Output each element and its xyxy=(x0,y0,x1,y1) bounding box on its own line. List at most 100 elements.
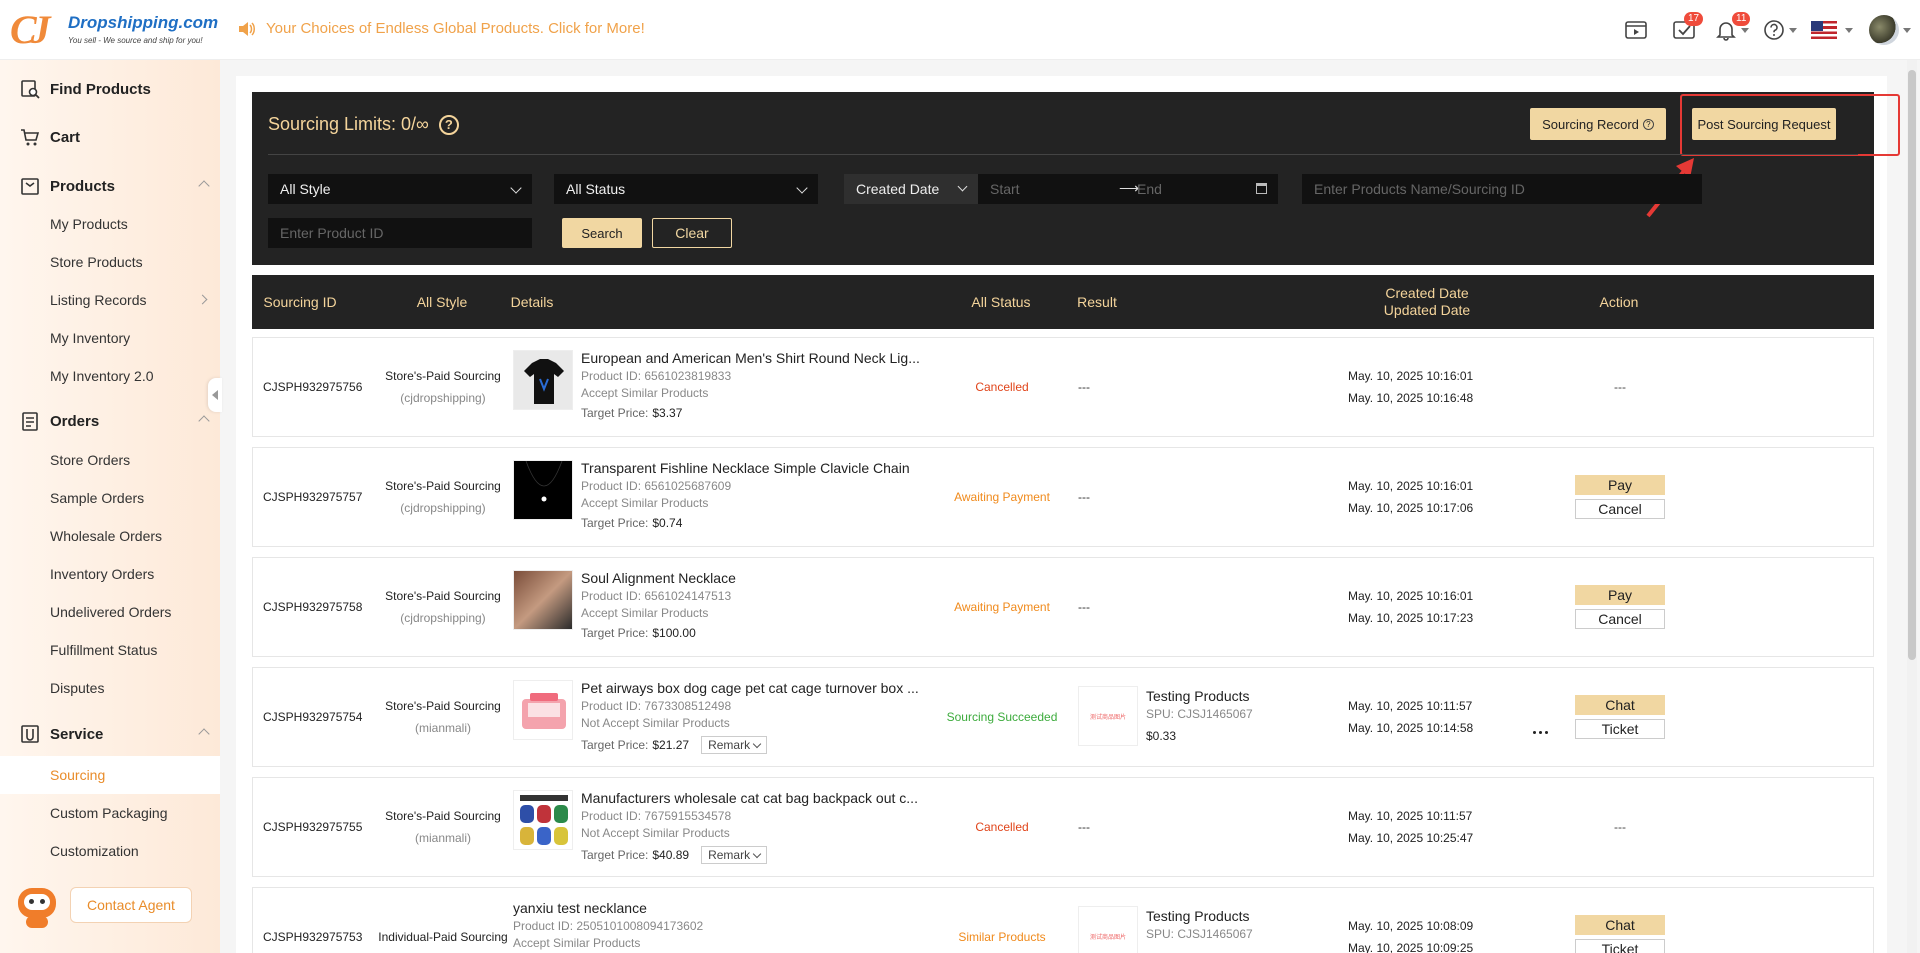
top-bar: CJ Dropshipping.com You sell - We source… xyxy=(0,0,1920,60)
product-name[interactable]: Manufacturers wholesale cat cat bag back… xyxy=(581,790,931,806)
style-select[interactable]: All Style xyxy=(268,174,532,204)
user-menu[interactable] xyxy=(1860,0,1920,60)
pay-button[interactable]: Pay xyxy=(1575,475,1665,495)
video-icon[interactable] xyxy=(1612,0,1660,60)
date-range-picker[interactable]: Created Date Start ⟶ End xyxy=(844,174,1278,204)
product-name[interactable]: yanxiu test necklance xyxy=(513,900,863,916)
sidebar-item-undelivered-orders[interactable]: Undelivered Orders xyxy=(0,593,220,631)
nav-label: Products xyxy=(50,177,116,195)
sourcing-id: CJSPH932975755 xyxy=(263,820,363,834)
search-button[interactable]: Search xyxy=(562,218,642,248)
chevron-down-icon xyxy=(510,182,522,194)
sourcing-id: CJSPH932975757 xyxy=(263,490,363,504)
nav-find-products[interactable]: Find Products xyxy=(0,69,220,109)
product-thumbnail[interactable] xyxy=(513,570,573,630)
cancel-button[interactable]: Cancel xyxy=(1575,499,1665,519)
scrollbar[interactable] xyxy=(1907,60,1917,953)
date-start-input[interactable]: Start xyxy=(990,181,1020,197)
clear-button[interactable]: Clear xyxy=(652,218,732,248)
product-thumbnail[interactable] xyxy=(513,680,573,740)
status-select[interactable]: All Status xyxy=(554,174,818,204)
product-id-input[interactable]: Enter Product ID xyxy=(268,218,532,248)
product-id: Product ID: 7675915534578 xyxy=(581,809,732,823)
nav-orders[interactable]: Orders xyxy=(0,401,220,441)
product-name[interactable]: Pet airways box dog cage pet cat cage tu… xyxy=(581,680,931,696)
result-spu: SPU: CJSJ1465067 xyxy=(1146,707,1253,721)
search-name-input[interactable]: Enter Products Name/Sourcing ID xyxy=(1302,174,1702,204)
sourcing-type: Individual-Paid Sourcing xyxy=(365,888,521,953)
result-title[interactable]: Testing Products xyxy=(1146,908,1253,924)
announcement-banner[interactable]: Your Choices of Endless Global Products.… xyxy=(238,20,645,37)
sourcing-record-button[interactable]: Sourcing Record ? xyxy=(1530,108,1666,140)
chevron-down-icon xyxy=(796,182,808,194)
col-status[interactable]: All Status xyxy=(928,275,1074,329)
help-icon[interactable] xyxy=(1756,0,1804,60)
nav-service[interactable]: Service xyxy=(0,714,220,754)
language-selector[interactable] xyxy=(1804,0,1860,60)
result-title[interactable]: Testing Products xyxy=(1146,688,1253,704)
col-style[interactable]: All Style xyxy=(372,275,512,329)
bell-icon[interactable]: 11 xyxy=(1708,0,1756,60)
sidebar-item-store-orders[interactable]: Store Orders xyxy=(0,441,220,479)
scrollbar-thumb[interactable] xyxy=(1908,70,1916,660)
sidebar-item-inventory-orders[interactable]: Inventory Orders xyxy=(0,555,220,593)
updated-date: May. 10, 2025 10:09:25 xyxy=(1348,941,1474,953)
price-value: $100.00 xyxy=(652,626,696,640)
cj-logo[interactable]: CJ Dropshipping.com You sell - We source… xyxy=(10,10,218,50)
nav-products[interactable]: Products xyxy=(0,166,220,206)
date-end-input[interactable]: End xyxy=(1137,181,1162,197)
product-thumbnail[interactable] xyxy=(513,460,573,520)
cancel-button[interactable]: Cancel xyxy=(1575,609,1665,629)
product-thumbnail[interactable] xyxy=(513,790,573,850)
product-thumbnail[interactable] xyxy=(513,350,573,410)
sidebar-item-sample-orders[interactable]: Sample Orders xyxy=(0,479,220,517)
sidebar-item-customization[interactable]: Customization xyxy=(0,832,220,870)
result-image[interactable]: 测试商品图片 xyxy=(1078,906,1138,953)
result-image[interactable]: 测试商品图片 xyxy=(1078,686,1138,746)
sidebar-item-wholesale-orders[interactable]: Wholesale Orders xyxy=(0,517,220,555)
remark-dropdown[interactable]: Remark xyxy=(701,846,768,864)
sidebar-item-listing-records[interactable]: Listing Records xyxy=(0,281,220,319)
speaker-icon xyxy=(239,21,255,36)
table-row: CJSPH932975756 Store's-Paid Sourcing (cjd… xyxy=(252,337,1874,437)
nav-cart[interactable]: Cart xyxy=(0,117,220,157)
pay-button[interactable]: Pay xyxy=(1575,585,1665,605)
sourcing-id: CJSPH932975753 xyxy=(263,930,363,944)
sidebar-item-custom-packaging[interactable]: Custom Packaging xyxy=(0,794,220,832)
ticket-button[interactable]: Ticket xyxy=(1575,939,1665,953)
highlight-box xyxy=(1680,94,1900,156)
product-name[interactable]: Transparent Fishline Necklace Simple Cla… xyxy=(581,460,931,476)
contact-agent[interactable]: Contact Agent xyxy=(12,880,192,930)
contact-agent-button[interactable]: Contact Agent xyxy=(70,887,192,923)
no-action: --- xyxy=(1614,820,1626,834)
calendar-icon[interactable] xyxy=(1256,183,1267,194)
created-date: May. 10, 2025 10:08:09 xyxy=(1348,919,1474,933)
date-type-select[interactable]: Created Date xyxy=(844,174,978,204)
product-name[interactable]: Soul Alignment Necklace xyxy=(581,570,931,586)
sidebar-item-fulfillment-status[interactable]: Fulfillment Status xyxy=(0,631,220,669)
target-price: Target Price: $40.89 Remark xyxy=(581,846,931,864)
tasks-icon[interactable]: 17 xyxy=(1660,0,1708,60)
target-price: Target Price: $21.27 Remark xyxy=(581,736,931,754)
created-date: May. 10, 2025 10:16:01 xyxy=(1348,479,1474,493)
sourcing-type-label: Store's-Paid Sourcing xyxy=(385,809,501,823)
chat-button[interactable]: Chat xyxy=(1575,695,1665,715)
ticket-button[interactable]: Ticket xyxy=(1575,719,1665,739)
sidebar-item-my-inventory-2[interactable]: My Inventory 2.0 xyxy=(0,357,220,395)
sidebar-collapse-toggle[interactable] xyxy=(208,378,222,412)
sidebar-item-disputes[interactable]: Disputes xyxy=(0,669,220,707)
sidebar-item-my-inventory[interactable]: My Inventory xyxy=(0,319,220,357)
created-date: May. 10, 2025 10:16:01 xyxy=(1348,589,1474,603)
sidebar-item-store-products[interactable]: Store Products xyxy=(0,243,220,281)
remark-dropdown[interactable]: Remark xyxy=(701,736,768,754)
updated-date: May. 10, 2025 10:14:58 xyxy=(1348,721,1474,735)
sidebar-item-my-products[interactable]: My Products xyxy=(0,205,220,243)
product-name[interactable]: European and American Men's Shirt Round … xyxy=(581,350,931,366)
similar-pref: Accept Similar Products xyxy=(513,936,641,950)
chat-button[interactable]: Chat xyxy=(1575,915,1665,935)
created-date: May. 10, 2025 10:11:57 xyxy=(1348,699,1473,713)
product-details: Pet airways box dog cage pet cat cage tu… xyxy=(581,680,931,754)
help-circle-icon[interactable]: ? xyxy=(438,114,459,135)
sidebar-item-sourcing[interactable]: Sourcing xyxy=(0,756,220,794)
chevron-up-icon xyxy=(198,180,210,192)
